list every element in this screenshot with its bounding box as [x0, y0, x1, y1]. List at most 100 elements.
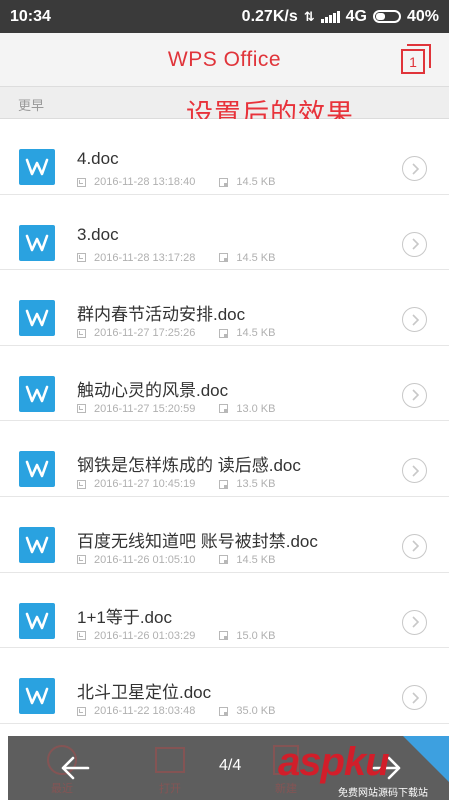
- file-name: 北斗卫星定位.doc: [77, 683, 212, 703]
- file-date: 2016-11-26 01:05:10: [94, 553, 196, 566]
- file-size-group: 14.5 KB: [219, 252, 275, 264]
- network-speed: 0.27K/s: [241, 7, 298, 25]
- file-row[interactable]: 群内春节活动安排.doc 2016-11-27 17:25:26 14.5 KB: [0, 270, 449, 346]
- file-size: 14.5 KB: [236, 553, 276, 566]
- file-row[interactable]: 百度无线知道吧 账号被封禁.doc 2016-11-26 01:05:10 14.5…: [0, 496, 449, 573]
- chevron-right-icon[interactable]: [402, 307, 427, 333]
- file-size: 13.0 KB: [236, 402, 276, 415]
- file-row[interactable]: 4.doc 2016-11-28 13:18:40 14.5 KB: [0, 119, 449, 195]
- word-doc-icon: [19, 375, 55, 412]
- size-icon: [219, 631, 229, 641]
- word-doc-icon: [19, 224, 55, 261]
- file-size: 13.5 KB: [236, 478, 276, 491]
- date-icon: [77, 253, 86, 263]
- chevron-right-icon[interactable]: [402, 533, 427, 559]
- open-ghost-button: 打开: [140, 736, 200, 800]
- word-doc-icon: [19, 602, 55, 639]
- new-ghost-button: 新建: [256, 736, 316, 800]
- status-right-group: 0.27K/s ⇅ 4G 40%: [242, 8, 439, 26]
- file-size-group: 13.0 KB: [219, 403, 275, 415]
- file-name: 触动心灵的风景.doc: [77, 380, 229, 400]
- battery-icon: [372, 10, 401, 23]
- date-icon: [77, 631, 86, 641]
- file-size-group: 13.5 KB: [219, 478, 275, 490]
- date-icon: [77, 555, 86, 565]
- status-time: 10:34: [10, 7, 51, 25]
- file-meta: 2016-11-28 13:17:28 14.5 KB: [77, 252, 275, 264]
- file-meta: 2016-11-27 10:45:19 13.5 KB: [77, 478, 275, 490]
- file-date: 2016-11-28 13:17:28: [94, 251, 196, 264]
- file-name: 群内春节活动安排.doc: [77, 305, 246, 325]
- file-meta: 2016-11-27 15:20:59 13.0 KB: [77, 403, 275, 415]
- file-row[interactable]: 1+1等于.doc 2016-11-26 01:03:29 15.0 KB: [0, 572, 449, 649]
- file-size-group: 15.0 KB: [219, 630, 275, 642]
- battery-percent: 40%: [406, 7, 439, 25]
- back-arrow-icon[interactable]: [58, 753, 92, 783]
- file-size: 35.0 KB: [236, 705, 276, 718]
- file-date: 2016-11-27 15:20:59: [94, 402, 196, 415]
- size-icon: [219, 706, 229, 716]
- file-list: 4.doc 2016-11-28 13:18:40 14.5 KB 3.doc 2016…: [0, 119, 449, 724]
- chevron-right-icon[interactable]: [402, 685, 427, 711]
- word-doc-icon: [19, 149, 55, 185]
- open-ghost-label: 打开: [159, 783, 181, 795]
- size-icon: [219, 177, 229, 187]
- size-icon: [219, 404, 229, 414]
- tab-count: 1: [401, 49, 425, 74]
- date-icon: [77, 706, 86, 716]
- file-date: 2016-11-27 10:45:19: [94, 478, 196, 491]
- section-label: 更早: [18, 98, 45, 113]
- chevron-right-icon[interactable]: [402, 382, 427, 408]
- chevron-right-icon[interactable]: [402, 609, 427, 635]
- size-icon: [219, 479, 229, 489]
- file-name: 3.doc: [77, 224, 119, 244]
- new-doc-icon: [273, 745, 299, 775]
- folder-icon: [155, 747, 185, 773]
- file-meta: 2016-11-28 13:18:40 14.5 KB: [77, 176, 275, 188]
- word-doc-icon: [19, 526, 55, 563]
- date-icon: [77, 177, 86, 187]
- status-bar: 10:34 0.27K/s ⇅ 4G 40%: [0, 0, 449, 33]
- file-meta: 2016-11-22 18:03:48 35.0 KB: [77, 705, 275, 717]
- file-date: 2016-11-22 18:03:48: [94, 705, 196, 718]
- signal-icon: [320, 10, 340, 23]
- file-meta: 2016-11-26 01:05:10 14.5 KB: [77, 554, 275, 566]
- page-indicator: 4/4: [219, 757, 242, 774]
- file-size: 14.5 KB: [236, 327, 276, 340]
- file-meta: 2016-11-26 01:03:29 15.0 KB: [77, 630, 275, 642]
- network-type: 4G: [345, 7, 367, 25]
- date-icon: [77, 328, 86, 338]
- date-icon: [77, 404, 86, 414]
- file-name: 4.doc: [77, 149, 119, 168]
- size-icon: [219, 555, 229, 565]
- bottom-toolbar: 最近 打开 新建 4/4: [8, 736, 449, 800]
- word-doc-icon: [19, 300, 55, 337]
- file-size: 14.5 KB: [236, 251, 276, 264]
- file-row[interactable]: 北斗卫星定位.doc 2016-11-22 18:03:48 35.0 KB: [0, 648, 449, 724]
- chevron-right-icon[interactable]: [402, 458, 427, 484]
- file-size-group: 14.5 KB: [219, 554, 275, 566]
- file-row[interactable]: 触动心灵的风景.doc 2016-11-27 15:20:59 13.0 KB: [0, 345, 449, 422]
- date-icon: [77, 479, 86, 489]
- chevron-right-icon[interactable]: [402, 156, 427, 181]
- new-ghost-label: 新建: [275, 783, 297, 795]
- file-name: 1+1等于.doc: [77, 607, 172, 627]
- file-size: 15.0 KB: [236, 629, 276, 642]
- file-meta: 2016-11-27 17:25:26 14.5 KB: [77, 327, 275, 339]
- file-size-group: 14.5 KB: [219, 327, 275, 339]
- file-size-group: 35.0 KB: [219, 705, 275, 717]
- word-doc-icon: [19, 451, 55, 488]
- file-name: 钢铁是怎样炼成的 读后感.doc: [77, 456, 301, 476]
- size-icon: [219, 253, 229, 263]
- data-transfer-icon: ⇅: [303, 8, 315, 24]
- forward-arrow-icon[interactable]: [370, 753, 404, 783]
- app-title: WPS Office: [167, 47, 282, 71]
- file-size: 14.5 KB: [236, 176, 276, 188]
- file-size-group: 14.5 KB: [219, 176, 275, 188]
- word-doc-icon: [19, 678, 55, 715]
- tabs-button[interactable]: 1: [401, 44, 431, 74]
- file-row[interactable]: 3.doc 2016-11-28 13:17:28 14.5 KB: [0, 194, 449, 271]
- chevron-right-icon[interactable]: [402, 231, 427, 257]
- file-row[interactable]: 钢铁是怎样炼成的 读后感.doc 2016-11-27 10:45:19 13.5 …: [0, 421, 449, 497]
- file-date: 2016-11-27 17:25:26: [94, 327, 196, 340]
